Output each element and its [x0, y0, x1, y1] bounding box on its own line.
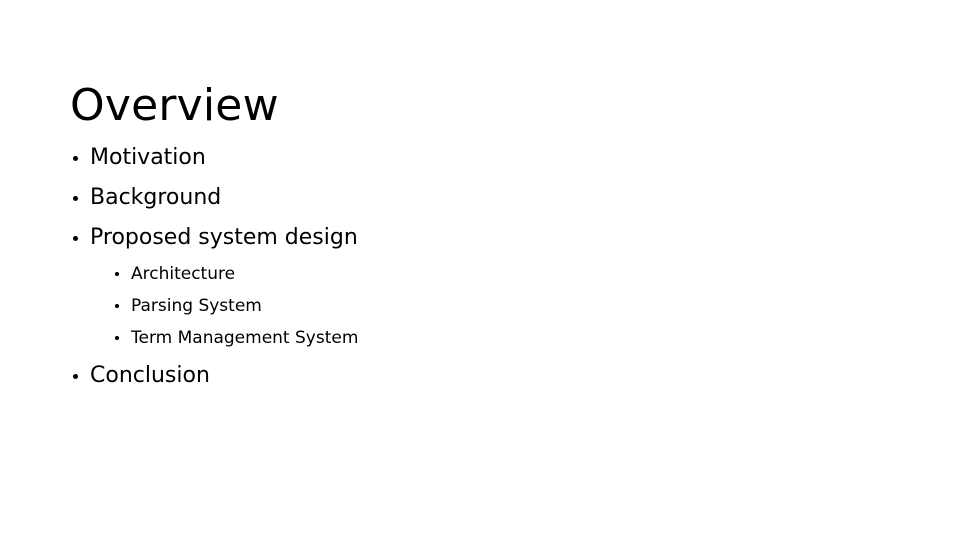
list-item-label: Proposed system design [90, 225, 358, 250]
slide-body-content: Motivation Background Proposed system de… [70, 143, 890, 401]
list-item[interactable]: Architecture [110, 263, 890, 285]
list-item[interactable]: Motivation [70, 143, 890, 172]
bullet-dot-icon [115, 336, 119, 340]
bullet-dot-icon [115, 272, 119, 276]
list-item[interactable]: Term Management System [110, 327, 890, 349]
slide-title: Overview [70, 80, 279, 132]
list-item[interactable]: Parsing System [110, 295, 890, 317]
bullet-dot-icon [73, 156, 78, 161]
list-item[interactable]: Proposed system design [70, 223, 890, 252]
list-item[interactable]: Background [70, 183, 890, 212]
bullet-dot-icon [115, 304, 119, 308]
bullet-dot-icon [73, 196, 78, 201]
list-item-label: Motivation [90, 145, 206, 170]
list-item-label: Parsing System [131, 296, 262, 316]
list-item-label: Architecture [131, 264, 236, 284]
list-item[interactable]: Conclusion [70, 361, 890, 390]
presentation-slide: Overview Motivation Background Proposed … [0, 0, 960, 540]
outline-list-level-2: Architecture Parsing System Term Managem… [110, 263, 890, 349]
list-item-label: Background [90, 185, 222, 210]
bullet-dot-icon [73, 374, 78, 379]
bullet-dot-icon [73, 236, 78, 241]
list-item-label: Term Management System [131, 328, 359, 348]
outline-list-level-1: Motivation Background Proposed system de… [70, 143, 890, 390]
list-item-label: Conclusion [90, 363, 210, 388]
sub-outline-container: Architecture Parsing System Term Managem… [70, 263, 890, 349]
